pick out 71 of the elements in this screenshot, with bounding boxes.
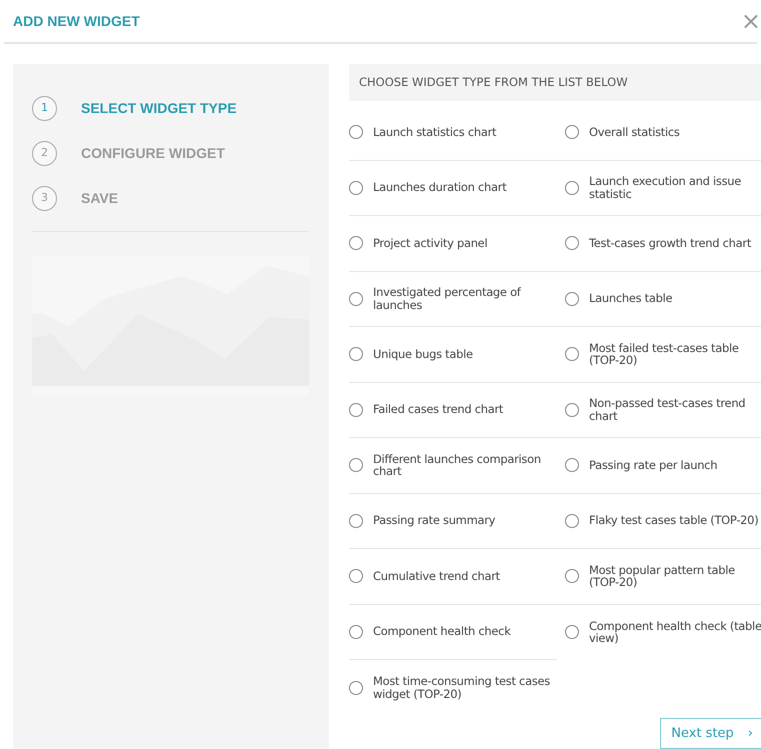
widget-type-option[interactable]: Most popular pattern table (TOP-20) [557,549,761,604]
widget-type-option[interactable]: Investigated percentage of launches [349,272,557,327]
radio-button[interactable] [565,514,579,528]
radio-button[interactable] [565,458,579,472]
radio-button[interactable] [349,292,363,306]
widget-type-option[interactable]: Unique bugs table [349,327,557,382]
option-label: Launches duration chart [373,181,506,194]
option-label: Most failed test-cases table (TOP-20) [589,342,740,367]
option-label: Overall statistics [589,126,680,139]
option-label: Failed cases trend chart [373,403,504,416]
widget-type-option[interactable]: Launch execution and issue statistic [557,160,761,216]
option-label: Investigated percentage of launches [373,286,522,312]
widget-type-option[interactable]: Launch statistics chart [349,105,557,160]
radio-button[interactable] [565,180,579,195]
option-label: Cumulative trend chart [373,570,500,583]
step-number: 3 [32,186,57,211]
widget-type-option[interactable]: Cumulative trend chart [349,549,557,604]
radio-button[interactable] [349,514,363,528]
option-label: Unique bugs table [373,348,473,361]
widget-type-option[interactable]: Most time-consuming test cases widget (TOP-20) [349,660,557,716]
widget-type-option[interactable]: Component health check (table view) [557,604,761,660]
step-label: SELECT WIDGET TYPE [81,99,237,118]
radio-button[interactable] [349,458,363,472]
list-header: CHOOSE WIDGET TYPE FROM THE LIST BELOW [349,64,761,101]
widget-type-option[interactable]: Launches duration chart [349,160,557,216]
radio-button[interactable] [349,624,363,639]
widget-type-option[interactable]: Launches table [557,272,761,327]
option-label: Launch execution and issue statistic [589,175,742,200]
option-label: Most popular pattern table (TOP-20) [589,564,736,589]
option-label: Passing rate summary [373,514,496,528]
option-label: Test-cases growth trend chart [589,236,752,250]
radio-button[interactable] [565,402,579,417]
option-label: Project activity panel [373,236,488,250]
radio-button[interactable] [565,125,579,140]
radio-button[interactable] [565,236,579,250]
widget-type-option[interactable]: Passing rate summary [349,494,557,549]
widget-type-option[interactable]: Different launches comparison chart [349,438,557,494]
radio-button[interactable] [349,236,363,250]
step-number: 2 [32,141,57,166]
step-label: CONFIGURE WIDGET [81,144,225,163]
widget-type-option[interactable]: Non-passed test-cases trend chart [557,382,761,438]
option-label: Launches table [589,292,672,306]
radio-button[interactable] [349,125,363,140]
widget-type-option[interactable]: Passing rate per launch [557,438,761,494]
radio-button[interactable] [565,292,579,306]
option-label: Most time-consuming test cases widget (TOP-20) [373,675,551,700]
option-label: Component health check [373,625,511,638]
radio-button[interactable] [565,347,579,362]
radio-button[interactable] [349,569,363,584]
option-label: Different launches comparison chart [373,452,542,478]
radio-button[interactable] [349,347,363,362]
widget-type-option[interactable]: Component health check [349,604,557,660]
dialog-title: ADD NEW WIDGET [13,12,140,30]
widget-type-option[interactable]: Flaky test cases table (TOP-20) [557,494,761,549]
radio-button[interactable] [565,569,579,584]
widget-type-option[interactable]: Failed cases trend chart [349,382,557,438]
radio-button[interactable] [565,625,579,640]
widget-type-option[interactable]: Project activity panel [349,216,557,272]
option-label: Non-passed test-cases trend chart [589,397,746,422]
step-number: 1 [32,96,57,121]
option-label: Component health check (table view) [589,620,761,645]
widget-type-option[interactable]: Overall statistics [557,105,761,160]
radio-button[interactable] [349,180,363,195]
step-label: SAVE [81,189,118,208]
radio-button[interactable] [349,680,363,695]
option-label: Launch statistics chart [373,126,496,139]
option-label: Passing rate per launch [589,458,718,472]
widget-type-option[interactable]: Test-cases growth trend chart [557,216,761,272]
widget-type-option[interactable]: Most failed test-cases table (TOP-20) [557,327,761,382]
radio-button[interactable] [349,402,363,417]
option-label: Flaky test cases table (TOP-20) [589,514,758,528]
